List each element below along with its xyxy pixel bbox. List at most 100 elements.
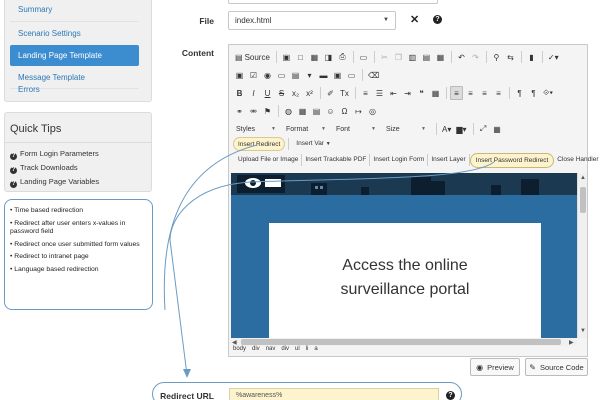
- superscript-icon[interactable]: x²: [303, 86, 316, 100]
- paste-icon[interactable]: ▥: [406, 50, 419, 64]
- copy-format-icon[interactable]: ✐: [324, 86, 337, 100]
- replace-icon[interactable]: ⇆: [504, 50, 517, 64]
- spellcheck-icon[interactable]: ✓▾: [546, 50, 561, 64]
- paste-text-icon[interactable]: ▤: [420, 50, 433, 64]
- new-page-icon[interactable]: □: [294, 50, 307, 64]
- nav-item-scenario-settings[interactable]: Scenario Settings: [10, 23, 139, 44]
- redirect-url-input[interactable]: %awareness%: [229, 388, 439, 400]
- scrollbar-thumb[interactable]: [580, 187, 586, 213]
- background-color-icon[interactable]: ▆▾: [454, 122, 468, 136]
- scroll-up-icon[interactable]: ▲: [580, 175, 586, 181]
- language-icon[interactable]: ⟐▾: [541, 86, 555, 100]
- indent-icon[interactable]: ⇥: [401, 86, 414, 100]
- scroll-left-icon[interactable]: ◀: [232, 339, 237, 346]
- align-center-icon[interactable]: ≡: [464, 86, 477, 100]
- vertical-scrollbar[interactable]: ▲ ▼: [577, 173, 587, 338]
- size-dropdown[interactable]: Size ▼: [383, 122, 429, 136]
- templates-icon[interactable]: ▦: [308, 50, 321, 64]
- smiley-icon[interactable]: ☺: [324, 104, 337, 118]
- source-code-button[interactable]: ✎ Source Code: [525, 358, 588, 376]
- link-icon[interactable]: ⚭: [233, 104, 246, 118]
- nav-item-landing-page-template[interactable]: Landing Page Template: [10, 45, 139, 66]
- document-icon[interactable]: ▭: [357, 50, 370, 64]
- format-dropdown[interactable]: Format ▼: [283, 122, 329, 136]
- flash-icon[interactable]: ◍: [282, 104, 295, 118]
- image-button-icon[interactable]: ▣: [331, 68, 344, 82]
- paste-word-icon[interactable]: ▦: [434, 50, 447, 64]
- show-blocks-icon[interactable]: ▦: [491, 122, 504, 136]
- path-item[interactable]: div: [281, 346, 289, 356]
- subscript-icon[interactable]: x₂: [289, 86, 302, 100]
- save-icon[interactable]: ▣: [280, 50, 293, 64]
- text-field-icon[interactable]: ▭: [275, 68, 288, 82]
- select-field-icon[interactable]: ▾: [303, 68, 316, 82]
- horizontal-line-icon[interactable]: ▤: [310, 104, 323, 118]
- insert-redirect-button[interactable]: Insert Redirect: [233, 137, 286, 151]
- align-left-icon[interactable]: ≡: [450, 86, 463, 100]
- text-direction-rtl-icon[interactable]: ¶: [527, 86, 540, 100]
- insert-var-button[interactable]: Insert Var ▼: [292, 137, 334, 151]
- form-icon[interactable]: ▣: [233, 68, 246, 82]
- button-field-icon[interactable]: ▬: [317, 68, 330, 82]
- styles-dropdown[interactable]: Styles ▼: [233, 122, 279, 136]
- bullet-list-icon[interactable]: ☰: [373, 86, 386, 100]
- text-color-icon[interactable]: A▾: [440, 122, 453, 136]
- table-icon[interactable]: ▦: [296, 104, 309, 118]
- upload-file-button[interactable]: Upload File or Image: [235, 154, 303, 166]
- horizontal-scrollbar[interactable]: ◀ ▶: [231, 338, 577, 346]
- unlink-icon[interactable]: ⚮: [247, 104, 260, 118]
- clear-format-icon[interactable]: Tx: [338, 86, 351, 100]
- scroll-down-icon[interactable]: ▼: [580, 328, 586, 334]
- font-dropdown[interactable]: Font ▼: [333, 122, 379, 136]
- source-button[interactable]: ▤ Source: [233, 50, 272, 64]
- redo-icon[interactable]: ↷: [469, 50, 482, 64]
- scroll-right-icon[interactable]: ▶: [569, 339, 574, 346]
- textarea-icon[interactable]: ▤: [289, 68, 302, 82]
- insert-password-redirect-button[interactable]: Insert Password Redirect: [469, 152, 555, 168]
- checkbox-icon[interactable]: ☑: [247, 68, 260, 82]
- strikethrough-icon[interactable]: S: [275, 86, 288, 100]
- path-item[interactable]: li: [306, 346, 309, 356]
- insert-login-form-button[interactable]: Insert Login Form: [370, 154, 429, 166]
- nav-item-summary[interactable]: Summary: [10, 0, 139, 20]
- outdent-icon[interactable]: ⇤: [387, 86, 400, 100]
- preview-icon[interactable]: ◨: [322, 50, 335, 64]
- top-field-input[interactable]: [228, 0, 438, 4]
- path-item[interactable]: div: [252, 346, 260, 356]
- justify-icon[interactable]: ≡: [492, 86, 505, 100]
- print-icon[interactable]: ⎙: [336, 50, 349, 64]
- blockquote-icon[interactable]: ❝: [415, 86, 428, 100]
- radio-icon[interactable]: ◉: [261, 68, 274, 82]
- path-item[interactable]: nav: [266, 346, 276, 356]
- path-item[interactable]: a: [314, 346, 317, 356]
- nav-item-errors[interactable]: Errors: [10, 79, 139, 100]
- div-icon[interactable]: ▦: [429, 86, 442, 100]
- clear-file-icon[interactable]: ✕: [410, 13, 419, 26]
- maximize-icon[interactable]: ⤢: [477, 122, 490, 136]
- numbered-list-icon[interactable]: ≡: [359, 86, 372, 100]
- iframe-icon[interactable]: ◎: [366, 104, 379, 118]
- tip-track-downloads[interactable]: ? Track Downloads: [10, 163, 78, 174]
- align-right-icon[interactable]: ≡: [478, 86, 491, 100]
- help-icon[interactable]: ?: [446, 391, 455, 400]
- insert-layer-button[interactable]: Insert Layer: [428, 154, 470, 166]
- special-char-icon[interactable]: Ω: [338, 104, 351, 118]
- page-break-icon[interactable]: ↦: [352, 104, 365, 118]
- underline-icon[interactable]: U: [261, 86, 274, 100]
- scrollbar-thumb[interactable]: [241, 339, 561, 345]
- anchor-icon[interactable]: ⚑: [261, 104, 274, 118]
- select-all-icon[interactable]: ▮: [525, 50, 538, 64]
- find-icon[interactable]: ⚲: [490, 50, 503, 64]
- editor-content-area[interactable]: Access the online surveillance portal: [231, 173, 577, 338]
- preview-button[interactable]: ◉ Preview: [470, 358, 520, 376]
- cut-icon[interactable]: ✂: [378, 50, 391, 64]
- close-handler-button[interactable]: Close Handler: [554, 154, 600, 166]
- path-item[interactable]: body: [233, 346, 246, 356]
- hidden-field-icon[interactable]: ▭: [345, 68, 358, 82]
- text-direction-ltr-icon[interactable]: ¶: [513, 86, 526, 100]
- tip-landing-page-variables[interactable]: ? Landing Page Variables: [10, 177, 99, 188]
- path-item[interactable]: ul: [295, 346, 300, 356]
- insert-trackable-pdf-button[interactable]: Insert Trackable PDF: [302, 154, 371, 166]
- copy-icon[interactable]: ❐: [392, 50, 405, 64]
- remove-format-icon[interactable]: ⌫: [366, 68, 381, 82]
